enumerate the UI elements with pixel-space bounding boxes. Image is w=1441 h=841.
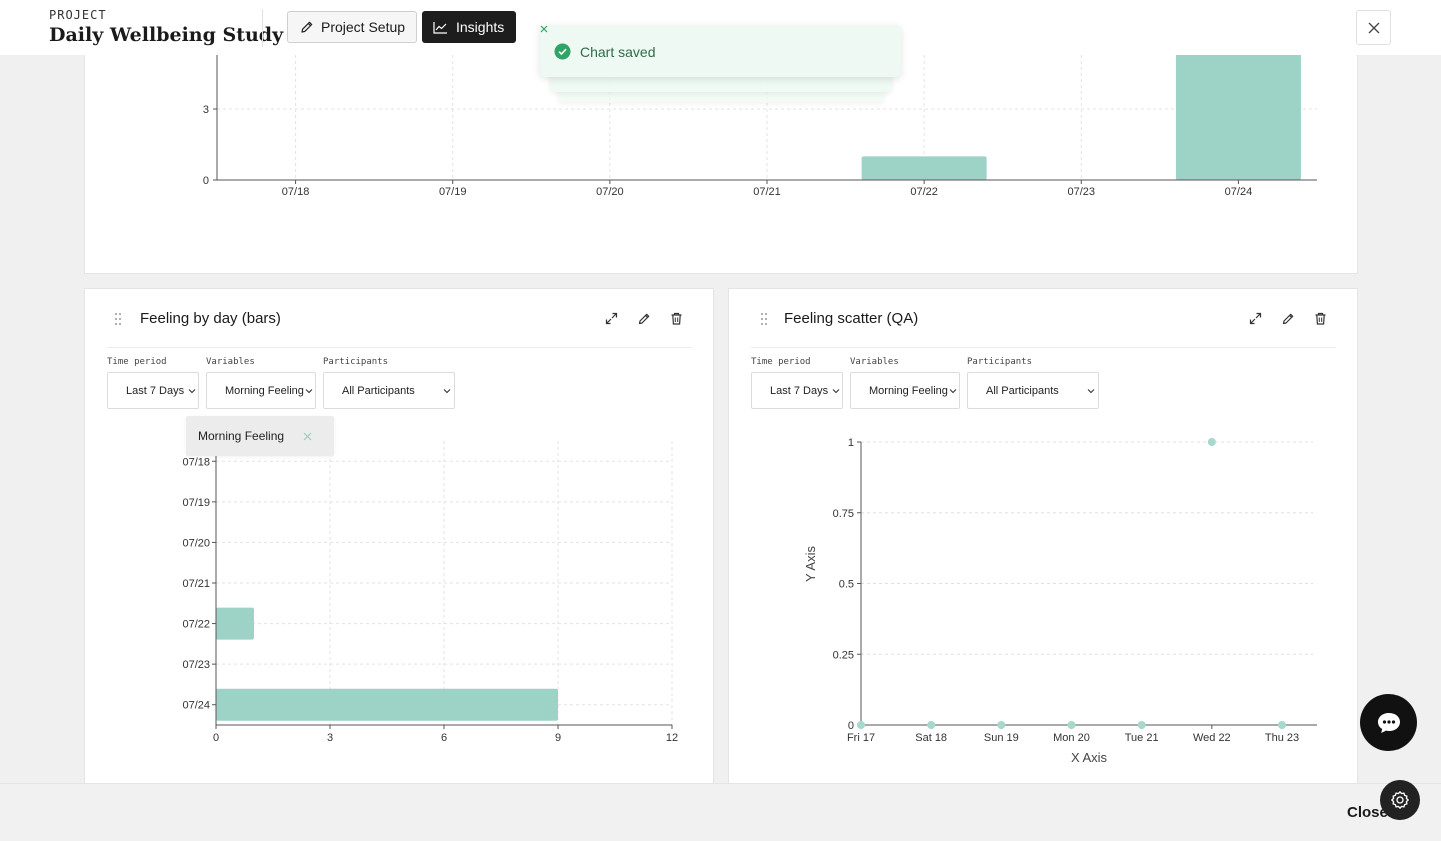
- x-tick-label: 07/22: [910, 186, 938, 198]
- y-tick-label: 07/23: [182, 659, 210, 671]
- bar-mark: [861, 156, 987, 180]
- scatter-point: [927, 721, 936, 729]
- line-chart-icon: [433, 21, 448, 34]
- y-tick-label: 07/22: [182, 619, 210, 631]
- y-tick-label: 07/19: [182, 497, 210, 509]
- close-modal-button[interactable]: [1356, 10, 1391, 45]
- x-tick-label: 07/18: [282, 186, 310, 198]
- scatter-point: [1067, 721, 1076, 729]
- x-tick-label: 6: [441, 732, 447, 744]
- scatter-x-axis-title: X Axis: [1071, 750, 1108, 765]
- bar-mark: [216, 607, 254, 640]
- chart-card-scatter: Feeling scatter (QA) Time period Variabl…: [728, 288, 1358, 790]
- x-tick-label: 07/21: [753, 186, 781, 198]
- y-tick-label: 0.25: [833, 649, 854, 661]
- x-tick-label: Mon 20: [1053, 732, 1090, 744]
- close-icon: [1368, 22, 1380, 34]
- toast-message: Chart saved: [580, 44, 656, 60]
- x-tick-label: Wed 22: [1193, 732, 1231, 744]
- scatter-point: [1278, 721, 1286, 729]
- gear-icon: [1390, 790, 1410, 810]
- y-tick-label: 3: [203, 104, 209, 116]
- scatter-point: [857, 721, 865, 729]
- scatter-y-axis-title: Y Axis: [803, 546, 818, 582]
- footer-bar: [0, 783, 1441, 841]
- scatter-point: [1207, 438, 1216, 446]
- scatter-chart: 0 0.25 0.5 0.75 1 Fri 17 Sat 18 Sun 19 Mon 20 Tue…: [803, 437, 1317, 765]
- toast-close-icon[interactable]: [538, 22, 550, 34]
- bar-mark: [216, 688, 558, 721]
- chat-launcher-button[interactable]: [1360, 694, 1417, 751]
- horizontal-bar-chart: 0 3 6 9 12 07/18 07/19 07/20 07/21 07/22 07/23 07/2…: [182, 441, 678, 744]
- pencil-icon: [300, 20, 314, 34]
- x-tick-label: 9: [555, 732, 561, 744]
- header-divider: [262, 9, 263, 47]
- x-tick-label: 3: [327, 732, 333, 744]
- variables-popover: Morning Feeling: [186, 416, 334, 456]
- y-tick-label: 0.5: [839, 579, 854, 591]
- x-tick-label: 07/20: [596, 186, 624, 198]
- y-tick-label: 1: [848, 437, 854, 449]
- remove-variable-icon[interactable]: [303, 432, 312, 441]
- y-tick-label: 07/20: [182, 537, 210, 549]
- chat-bubble-icon: [1376, 711, 1402, 735]
- chart-card-bars: Feeling by day (bars) Time period Variab…: [84, 288, 714, 790]
- x-tick-label: 0: [213, 732, 219, 744]
- popover-option-label[interactable]: Morning Feeling: [198, 429, 284, 443]
- y-tick-label: 0: [203, 175, 209, 187]
- project-title: Daily Wellbeing Study: [49, 24, 284, 46]
- project-label: PROJECT: [49, 8, 107, 22]
- x-tick-label: Tue 21: [1125, 732, 1159, 744]
- y-tick-label: 07/18: [182, 456, 210, 468]
- y-tick-label: 07/21: [182, 578, 210, 590]
- scatter-point: [1137, 721, 1146, 729]
- project-setup-label: Project Setup: [321, 19, 406, 35]
- x-tick-label: 12: [666, 732, 678, 744]
- insights-label: Insights: [456, 19, 505, 35]
- x-tick-label: 07/23: [1068, 186, 1096, 198]
- x-tick-label: 07/19: [439, 186, 467, 198]
- settings-button[interactable]: [1380, 780, 1420, 820]
- scatter-point: [997, 721, 1006, 729]
- x-tick-label: 07/24: [1225, 186, 1253, 198]
- y-tick-label: 0: [848, 720, 854, 732]
- x-tick-label: Sun 19: [984, 732, 1019, 744]
- x-tick-label: Fri 17: [847, 732, 875, 744]
- x-tick-label: Thu 23: [1265, 732, 1299, 744]
- insights-button[interactable]: Insights: [422, 11, 516, 43]
- x-tick-label: Sat 18: [915, 732, 947, 744]
- project-setup-button[interactable]: Project Setup: [287, 11, 417, 43]
- check-circle-icon: [554, 43, 571, 60]
- y-tick-label: 0.75: [833, 508, 854, 520]
- y-tick-label: 07/24: [182, 700, 210, 712]
